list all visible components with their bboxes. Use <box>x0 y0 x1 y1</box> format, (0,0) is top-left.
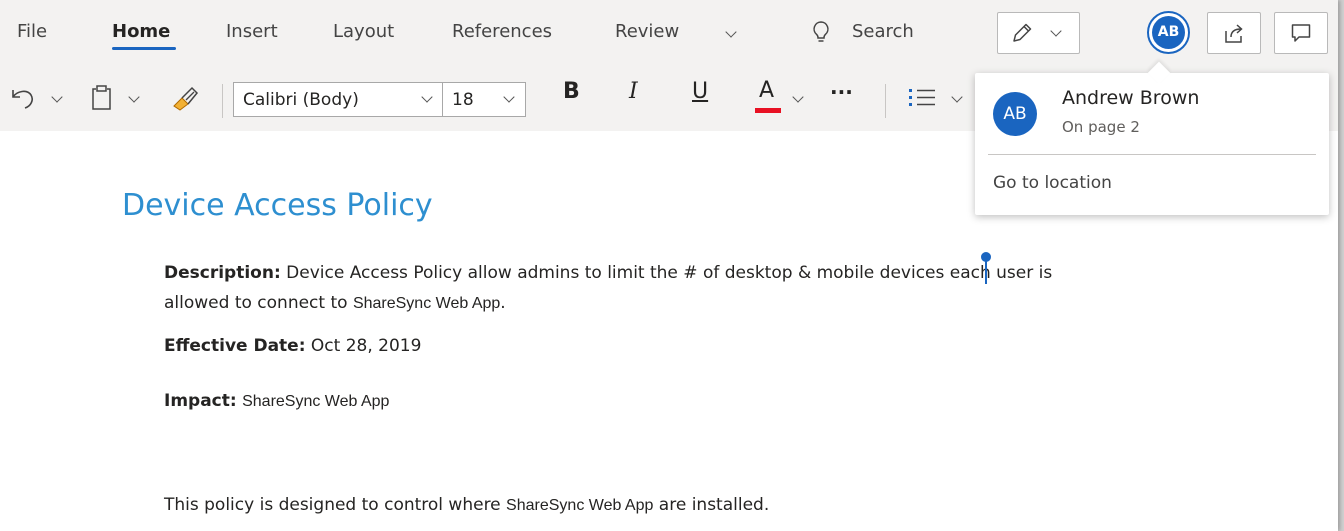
editing-mode-chevron-icon <box>1050 25 1062 37</box>
popup-user-location: On page 2 <box>1062 118 1140 136</box>
tab-file[interactable]: File <box>17 21 47 42</box>
description-app-name: ShareSync Web App <box>352 295 501 312</box>
italic-button[interactable]: I <box>629 79 638 104</box>
tab-insert[interactable]: Insert <box>226 21 278 42</box>
document-title[interactable]: Device Access Policy <box>122 188 433 223</box>
impact-paragraph[interactable]: Impact: ShareSync Web App <box>164 388 389 415</box>
font-name-chevron-icon <box>421 91 433 103</box>
presence-popup: AB Andrew Brown On page 2 Go to location <box>975 61 1329 215</box>
more-tabs-chevron-icon[interactable] <box>725 26 737 38</box>
impact-label: Impact: <box>164 391 237 411</box>
bold-button[interactable]: B <box>563 79 580 104</box>
popup-avatar: AB <box>993 92 1037 136</box>
font-size-dropdown[interactable]: 18 <box>442 82 526 117</box>
popup-divider <box>988 154 1316 155</box>
font-color-swatch <box>755 108 781 113</box>
editing-mode-button[interactable] <box>997 12 1080 54</box>
font-name-dropdown[interactable]: Calibri (Body) <box>233 82 443 117</box>
word-window: File Home Insert Layout References Revie… <box>0 0 1338 531</box>
tab-references[interactable]: References <box>452 21 552 42</box>
policy-text-end: are installed. <box>653 495 770 515</box>
popup-user-name: Andrew Brown <box>1062 87 1200 109</box>
ribbon-divider <box>885 84 886 118</box>
description-text-cont: allowed to connect to <box>164 293 353 313</box>
presence-avatar-button[interactable]: AB <box>1147 11 1190 54</box>
more-options-button[interactable]: ··· <box>830 80 853 104</box>
font-size-chevron-icon <box>503 91 515 103</box>
description-text: Device Access Policy allow admins to lim… <box>286 263 1053 283</box>
cursor-handle[interactable] <box>981 252 991 262</box>
font-color-chevron-icon[interactable] <box>792 91 804 103</box>
effective-date-paragraph[interactable]: Effective Date: Oct 28, 2019 <box>164 333 421 359</box>
share-icon <box>1225 24 1243 43</box>
active-tab-indicator <box>112 47 176 50</box>
pen-icon <box>1013 23 1032 42</box>
impact-value: ShareSync Web App <box>242 393 390 410</box>
tab-layout[interactable]: Layout <box>333 21 394 42</box>
undo-chevron-icon[interactable] <box>51 91 63 103</box>
avatar-initials: AB <box>1152 16 1185 49</box>
effective-date-value: Oct 28, 2019 <box>310 336 422 356</box>
search-button[interactable]: Search <box>852 21 914 42</box>
go-to-location-link[interactable]: Go to location <box>993 173 1112 193</box>
ribbon-divider <box>222 84 223 118</box>
description-label: Description: <box>164 263 281 283</box>
description-text-end: . <box>500 293 506 313</box>
effective-date-label: Effective Date: <box>164 336 306 356</box>
tab-review[interactable]: Review <box>615 21 679 42</box>
description-paragraph[interactable]: Description: Device Access Policy allow … <box>164 260 1052 286</box>
comments-button[interactable] <box>1274 12 1328 54</box>
undo-icon[interactable] <box>9 86 41 112</box>
share-button[interactable] <box>1207 12 1261 54</box>
policy-paragraph[interactable]: This policy is designed to control where… <box>164 492 769 519</box>
tab-home[interactable]: Home <box>112 21 170 42</box>
bullets-chevron-icon[interactable] <box>951 91 963 103</box>
policy-text: This policy is designed to control where <box>164 495 507 515</box>
lightbulb-icon <box>813 21 829 42</box>
description-paragraph-cont[interactable]: allowed to connect to ShareSync Web App. <box>164 290 506 317</box>
font-color-button[interactable]: A <box>759 78 774 103</box>
comment-icon <box>1291 24 1311 42</box>
policy-app-name: ShareSync Web App <box>506 497 654 514</box>
font-size-value: 18 <box>452 90 474 110</box>
bullets-icon[interactable] <box>907 85 937 111</box>
paste-chevron-icon[interactable] <box>128 91 140 103</box>
paste-icon[interactable] <box>90 84 116 112</box>
font-name-value: Calibri (Body) <box>243 90 359 110</box>
format-painter-icon[interactable] <box>170 84 202 112</box>
underline-button[interactable]: U <box>692 79 708 104</box>
